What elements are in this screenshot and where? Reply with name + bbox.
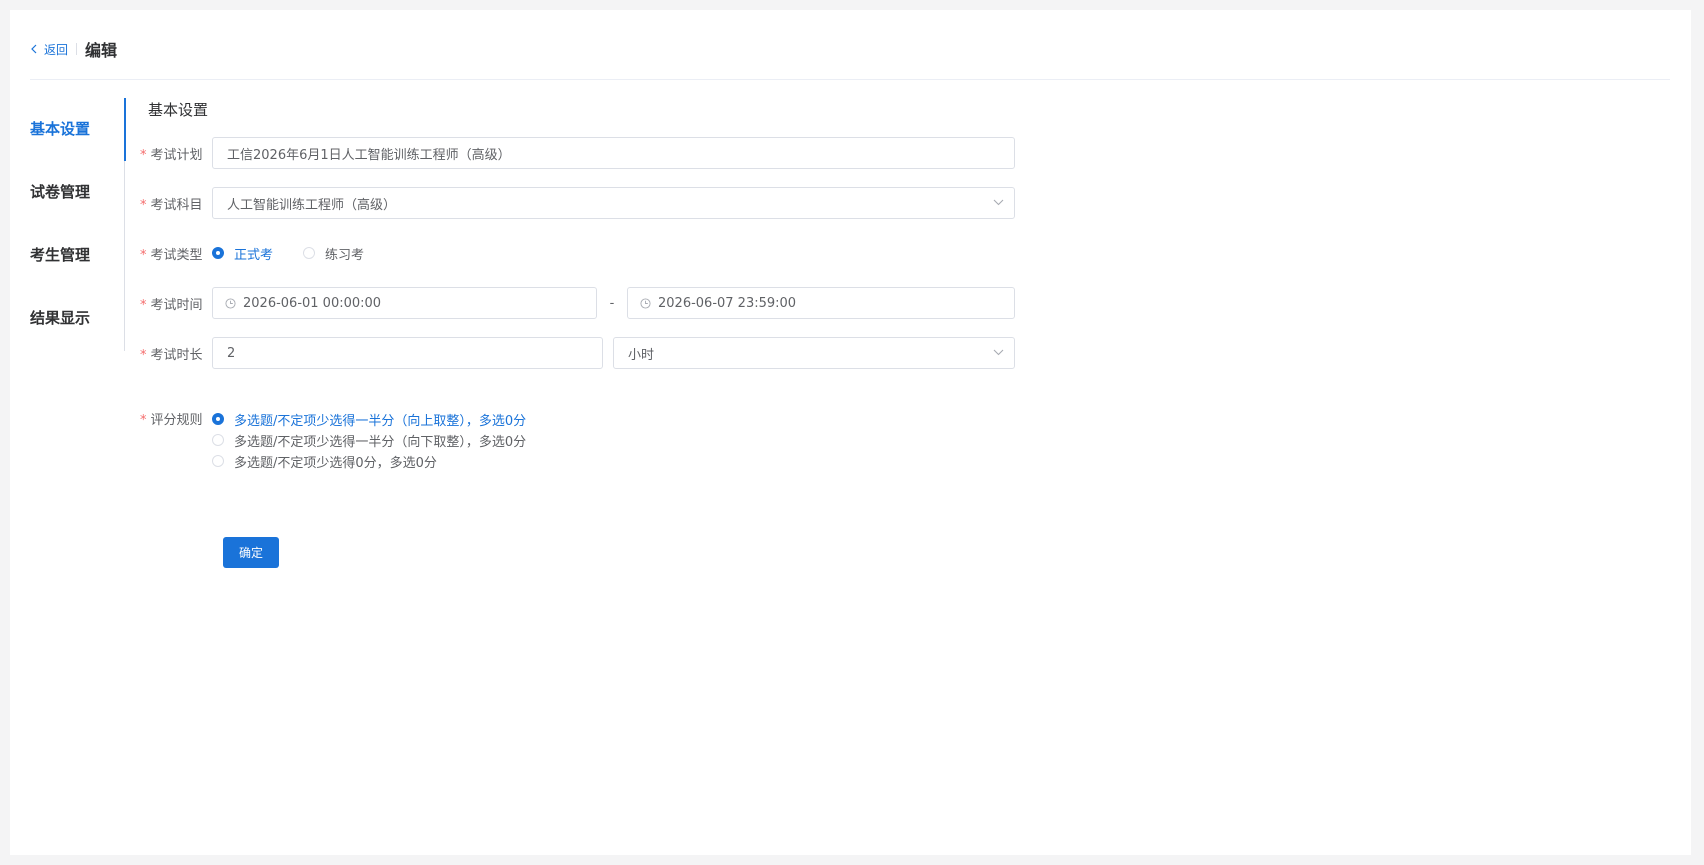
header-divider [76,43,78,55]
scoring-rule-radio-round-up[interactable]: 多选题/不定项少选得一半分（向上取整），多选0分 [212,409,526,429]
exam-end-time-input[interactable]: 2026-06-07 23:59:00 [627,287,1015,319]
exam-subject-label: * 考试科目 [140,197,203,213]
section-title: 基本设置 [148,101,209,119]
scoring-rule-label: * 评分规则 [140,413,203,428]
radio-unchecked-icon [212,434,224,446]
page-header: 返回 编辑 [30,34,117,64]
required-mark: * [140,197,147,213]
page-title: 编辑 [85,41,118,60]
exam-duration-unit-value: 小时 [628,347,655,363]
form-row-exam-time: * 考试时间 2026-06-01 00:00:00 - 2026-06-07 2… [140,287,1015,319]
exam-subject-select[interactable]: 人工智能训练工程师（高级） [212,187,1015,219]
back-link[interactable]: 返回 [30,41,68,58]
form-row-exam-type: * 考试类型 正式考 练习考 [140,237,364,269]
side-nav: 基本设置 试卷管理 考生管理 结果显示 [30,98,126,351]
exam-type-radio-practice[interactable]: 练习考 [303,244,364,263]
form-row-exam-plan: * 考试计划 工信2026年6月1日人工智能训练工程师（高级） [140,137,1015,169]
exam-type-radio-formal[interactable]: 正式考 [212,244,273,263]
form-row-exam-subject: * 考试科目 人工智能训练工程师（高级） [140,187,1015,219]
required-mark: * [140,297,147,313]
header-divider-line [30,79,1670,80]
exam-subject-value: 人工智能训练工程师（高级） [227,197,397,213]
exam-type-label: * 考试类型 [140,247,203,263]
required-mark: * [140,413,147,428]
exam-time-label: * 考试时间 [140,297,203,313]
clock-icon [640,297,651,309]
scoring-rule-radio-round-down[interactable]: 多选题/不定项少选得一半分（向下取整），多选0分 [212,430,526,450]
exam-plan-label: * 考试计划 [140,147,203,163]
radio-unchecked-icon [212,455,224,467]
scoring-rule-options: 多选题/不定项少选得一半分（向上取整），多选0分 多选题/不定项少选得一半分（向… [212,409,526,471]
clock-icon [225,297,236,309]
exam-duration-input[interactable]: 2 [212,337,603,369]
form-row-scoring-rule: * 评分规则 多选题/不定项少选得一半分（向上取整），多选0分 多选题/不定项少选… [140,409,526,471]
nav-item-paper-management[interactable]: 试卷管理 [30,161,124,224]
chevron-down-icon [993,349,1004,356]
chevron-left-icon [31,44,37,54]
back-label: 返回 [44,42,69,57]
required-mark: * [140,347,147,363]
exam-start-time-value: 2026-06-01 00:00:00 [243,295,382,311]
exam-end-time-value: 2026-06-07 23:59:00 [658,295,797,311]
radio-checked-icon [212,413,224,425]
nav-item-result-display[interactable]: 结果显示 [30,287,124,350]
nav-item-candidate-management[interactable]: 考生管理 [30,224,124,287]
scoring-rule-radio-zero[interactable]: 多选题/不定项少选得0分，多选0分 [212,451,437,471]
exam-duration-label: * 考试时长 [140,347,203,363]
exam-plan-value: 工信2026年6月1日人工智能训练工程师（高级） [227,147,511,163]
exam-duration-value: 2 [227,345,236,361]
confirm-button[interactable]: 确定 [223,537,279,568]
form-row-exam-duration: * 考试时长 2 小时 [140,337,1015,369]
required-mark: * [140,247,147,263]
chevron-down-icon [993,199,1004,206]
exam-start-time-input[interactable]: 2026-06-01 00:00:00 [212,287,597,319]
radio-checked-icon [212,247,224,259]
required-mark: * [140,147,147,163]
time-range-separator: - [609,295,615,311]
nav-item-basic-settings[interactable]: 基本设置 [30,98,126,161]
exam-plan-input[interactable]: 工信2026年6月1日人工智能训练工程师（高级） [212,137,1015,169]
radio-unchecked-icon [303,247,316,259]
exam-duration-unit-select[interactable]: 小时 [613,337,1015,369]
main-card: 返回 编辑 基本设置 试卷管理 考生管理 结果显示 基本设置 * 考试计划 工信2… [10,10,1691,855]
